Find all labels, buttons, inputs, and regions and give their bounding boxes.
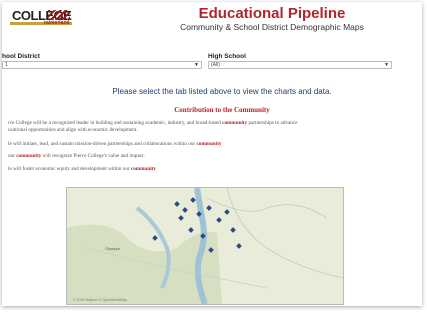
contribution-paragraph-1: rce College will be a recognized leader … <box>8 120 298 133</box>
dashboard-frame: COLLEGE rainierland Educational Pipeline… <box>2 2 422 306</box>
map-place-label: Olympia <box>105 246 120 251</box>
contribution-title: Contribution to the Community <box>174 106 270 114</box>
high-school-label: High School <box>208 53 246 60</box>
logo-subtext: rainierland <box>44 20 70 26</box>
high-school-value: (All) <box>211 62 220 68</box>
contribution-paragraph-2: le will initiate, lead, and sustain miss… <box>8 141 222 147</box>
map-credit: © 2020 Mapbox © OpenStreetMap <box>73 298 127 302</box>
school-district-label: hool District <box>2 53 40 60</box>
page-title: Educational Pipeline <box>198 5 346 22</box>
chevron-down-icon: ▼ <box>194 62 199 68</box>
district-map[interactable]: Olympia © 2020 Mapbox © OpenStreetMap <box>66 187 344 305</box>
chevron-down-icon: ▼ <box>384 62 389 68</box>
high-school-select[interactable]: (All) ▼ <box>208 61 392 69</box>
page-subtitle: Community & School District Demographic … <box>180 22 364 32</box>
contribution-paragraph-4: le will foster economic equity and devel… <box>8 166 156 172</box>
school-district-value: 1 <box>5 62 8 68</box>
school-district-select[interactable]: 1 ▼ <box>2 61 202 69</box>
logo-stripes-icon <box>48 10 70 20</box>
contribution-paragraph-3: our community will recognize Pierce Coll… <box>8 153 145 159</box>
tab-prompt: Please select the tab listed above to vi… <box>112 87 332 96</box>
